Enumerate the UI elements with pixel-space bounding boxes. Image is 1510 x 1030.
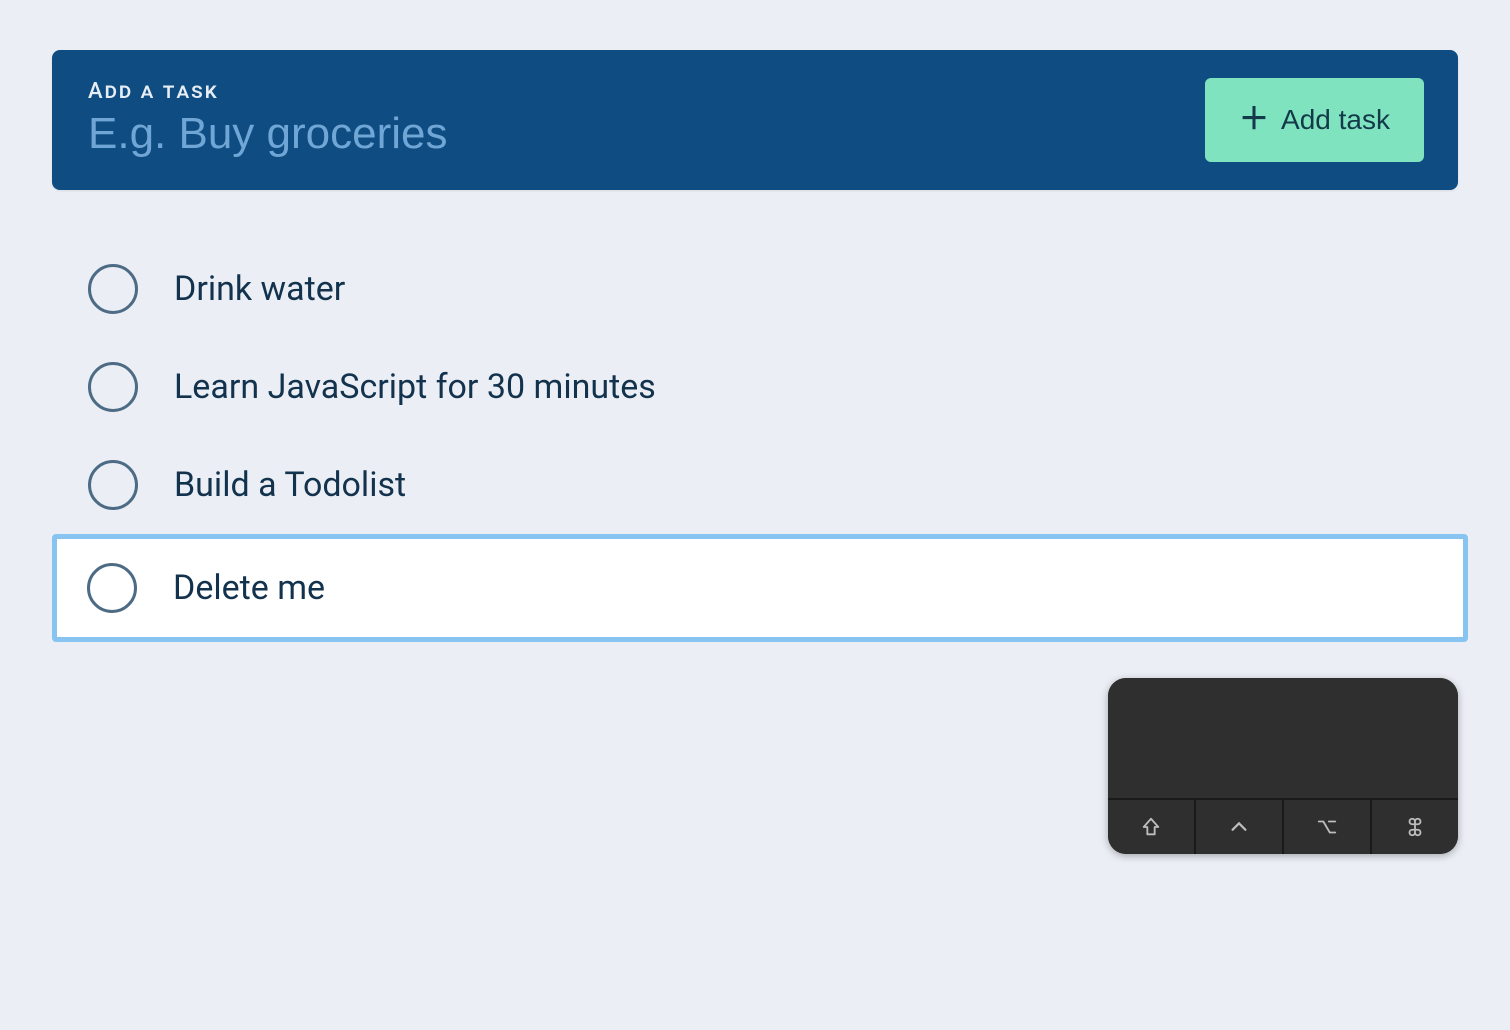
task-label: Delete me: [173, 568, 325, 608]
task-complete-toggle[interactable]: [88, 264, 138, 314]
task-complete-toggle[interactable]: [87, 563, 137, 613]
shift-icon: [1140, 816, 1162, 838]
task-row[interactable]: Learn JavaScript for 30 minutes: [88, 338, 1458, 436]
option-icon: [1315, 816, 1339, 838]
task-label: Build a Todolist: [174, 465, 406, 505]
task-label: Learn JavaScript for 30 minutes: [174, 367, 656, 407]
task-label: Drink water: [174, 269, 345, 309]
control-key[interactable]: [1196, 800, 1284, 854]
control-icon: [1228, 816, 1250, 838]
add-task-input-group: Add a task: [88, 79, 1181, 161]
task-row[interactable]: Delete me: [52, 534, 1468, 642]
shift-key[interactable]: [1108, 800, 1196, 854]
add-task-bar: Add a task ＋ Add task: [52, 50, 1458, 190]
option-key[interactable]: [1284, 800, 1372, 854]
task-row[interactable]: Drink water: [88, 240, 1458, 338]
command-icon: [1404, 816, 1426, 838]
task-list: Drink water Learn JavaScript for 30 minu…: [52, 240, 1458, 642]
task-complete-toggle[interactable]: [88, 362, 138, 412]
modifier-key-overlay: [1108, 678, 1458, 854]
add-task-button-label: Add task: [1281, 104, 1390, 136]
task-row[interactable]: Build a Todolist: [88, 436, 1458, 534]
add-task-button[interactable]: ＋ Add task: [1205, 78, 1424, 162]
command-key[interactable]: [1372, 800, 1458, 854]
plus-icon: ＋: [1239, 105, 1269, 135]
modifier-key-row: [1108, 798, 1458, 854]
modifier-display-area: [1108, 678, 1458, 798]
add-task-input[interactable]: [88, 108, 1181, 161]
add-task-label: Add a task: [88, 79, 1181, 104]
task-complete-toggle[interactable]: [88, 460, 138, 510]
